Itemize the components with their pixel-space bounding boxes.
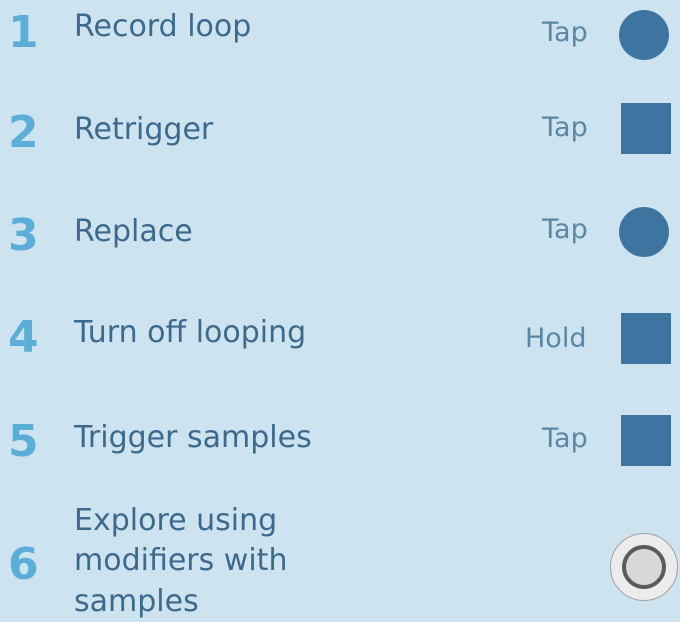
step-label-line-3: samples xyxy=(74,584,199,619)
step-number: 6 xyxy=(8,539,39,590)
circle-button-icon[interactable] xyxy=(619,10,669,60)
step-number: 1 xyxy=(8,7,39,58)
step-label: Replace xyxy=(74,214,193,249)
action-label: Tap xyxy=(542,112,588,143)
step-label: Trigger samples xyxy=(74,420,312,455)
step-number: 3 xyxy=(8,210,39,261)
step-label: Turn off looping xyxy=(74,315,307,350)
square-button-icon[interactable] xyxy=(621,313,671,364)
step-label: Retrigger xyxy=(74,112,214,147)
action-label: Tap xyxy=(542,17,588,48)
step-label-line-1: Explore using xyxy=(74,503,278,538)
step-label: Record loop xyxy=(74,9,252,44)
square-button-icon[interactable] xyxy=(621,415,671,466)
step-label-line-2: modifiers with xyxy=(74,543,288,578)
circle-button-icon[interactable] xyxy=(619,207,669,257)
step-number: 4 xyxy=(8,312,39,363)
action-label: Tap xyxy=(542,214,588,245)
action-label: Hold xyxy=(525,323,587,354)
knob-icon[interactable] xyxy=(610,533,678,601)
square-button-icon[interactable] xyxy=(621,103,671,154)
step-number: 2 xyxy=(8,107,39,158)
knob-inner-ring xyxy=(622,545,666,589)
step-number: 5 xyxy=(8,416,39,467)
action-label: Tap xyxy=(542,423,588,454)
